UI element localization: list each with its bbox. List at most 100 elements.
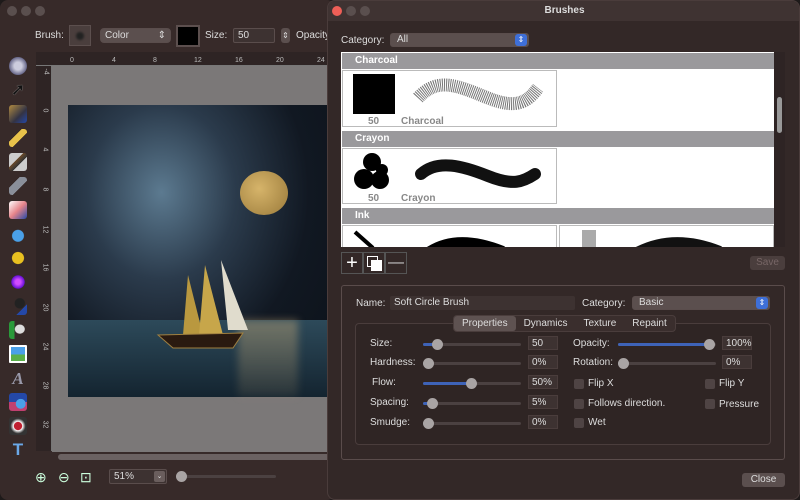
save-button[interactable]: Save [750,256,785,270]
wet-checkbox[interactable] [574,418,584,428]
hardness-value-field[interactable]: 0% [528,355,558,369]
flow-value-field[interactable]: 50% [528,375,558,389]
ruler-tick-label: 20 [276,57,284,64]
list-scrollbar[interactable] [774,52,785,247]
smudge-slider[interactable] [423,418,521,429]
rotation-slider[interactable] [618,358,716,369]
zoom-in-icon[interactable]: ⊕ [35,469,47,486]
hardness-label: Hardness: [370,357,416,368]
updown-chevron-icon: ⇕ [756,297,768,309]
size-value-field[interactable]: 50 [528,336,558,350]
size-input[interactable]: 50 [233,28,275,43]
opacity-label: Opacity: [573,338,610,349]
text-icon[interactable]: A [9,369,27,388]
ruler-tick-label: 4 [41,147,49,152]
magnifier-smudge-icon[interactable] [9,297,27,315]
category-label: Category: [341,35,385,46]
tab-dynamics[interactable]: Dynamics [516,316,576,331]
moon [240,171,288,215]
size-slider[interactable] [423,339,521,350]
brush-label: Brush: [35,30,64,41]
blur-drop-icon[interactable] [9,225,27,243]
zoom-value: 51% [114,471,135,482]
remove-brush-button[interactable]: — [385,252,407,274]
brush-item-ink-2[interactable] [559,225,774,247]
size-stepper[interactable]: ⇕ [281,28,290,43]
opacity-slider-knob[interactable] [704,339,715,350]
brush-preview-button[interactable] [69,25,91,46]
group-row-charcoal: 50 Charcoal [342,69,774,129]
zoom-out-icon[interactable]: ⊖ [58,469,70,486]
brush-item-charcoal[interactable]: 50 Charcoal [342,70,557,127]
ink-stroke-preview [353,230,505,247]
spacing-label: Spacing: [370,397,409,408]
tab-repaint[interactable]: Repaint [624,316,674,331]
brush-tip-preview [353,74,395,114]
gear-icon[interactable] [9,57,27,75]
smudge-slider-knob[interactable] [423,418,434,429]
pencil-icon[interactable] [9,129,27,147]
opacity-value-field[interactable]: 100% [722,336,752,350]
category-select[interactable]: All ⇕ [390,33,529,47]
clone-icon[interactable] [9,249,27,267]
category-value: All [397,34,409,45]
name-input[interactable]: Soft Circle Brush [390,296,575,310]
pressure-checkbox[interactable] [705,399,715,409]
color-mode-select[interactable]: Color ⇕ [100,28,171,43]
zoom-fit-icon[interactable]: ⊡ [80,469,92,486]
smudge-value-field[interactable]: 0% [528,415,558,429]
horizontal-scrollbar[interactable] [58,454,335,460]
brush-icon[interactable] [9,153,27,171]
list-scroll-thumb[interactable] [777,97,782,133]
hardness-slider-knob[interactable] [423,358,434,369]
gradient-circle-icon[interactable] [9,273,27,291]
left-ruler: -4 0 4 8 12 16 20 24 28 32 [36,66,52,451]
hammer-icon[interactable]: T [9,441,27,459]
flow-slider-knob[interactable] [466,378,477,389]
brush-item-ink[interactable] [342,225,557,247]
canvas-image [68,105,335,397]
duplicate-brush-button[interactable] [363,252,385,274]
flow-label: Flow: [372,377,396,388]
brush-name: Crayon [401,193,436,204]
eyedropper-icon[interactable] [9,177,27,195]
shapes-icon[interactable] [9,393,27,411]
flow-slider[interactable] [423,378,521,389]
spacing-slider[interactable] [423,398,521,409]
arrow-select-icon[interactable]: ➚ [9,81,27,99]
spacing-value-field[interactable]: 5% [528,395,558,409]
flip-x-checkbox[interactable] [574,379,584,389]
tab-properties[interactable]: Properties [454,316,516,331]
tab-texture[interactable]: Texture [575,316,624,331]
pressure-label: Pressure [719,399,760,410]
zoom-slider[interactable] [176,471,276,482]
zoom-window-button[interactable] [35,6,45,16]
canvas-area[interactable] [52,66,335,452]
flip-y-checkbox[interactable] [705,379,715,389]
fill-bucket-icon[interactable] [9,321,27,339]
rotation-value-field[interactable]: 0% [722,355,752,369]
group-row-crayon: 50 Crayon [342,147,774,207]
zoom-slider-knob[interactable] [176,471,187,482]
opacity-slider[interactable] [618,339,716,350]
rotation-slider-knob[interactable] [618,358,629,369]
color-swatch[interactable] [176,25,200,47]
eraser-icon[interactable] [9,201,27,219]
hardness-slider[interactable] [423,358,521,369]
size-slider-knob[interactable] [431,339,443,350]
add-brush-button[interactable]: + [341,252,363,274]
editor-category-label: Category: [582,298,626,309]
brush-name: Charcoal [401,116,444,127]
editor-category-select[interactable]: Basic ⇕ [632,296,770,310]
zoom-select[interactable]: 51% ⌄ [109,469,167,484]
lasso-icon[interactable] [9,105,27,123]
follows-direction-checkbox[interactable] [574,399,584,409]
brush-item-crayon[interactable]: 50 Crayon [342,148,557,204]
close-window-button[interactable] [7,6,17,16]
ink-stroke-preview [582,230,722,247]
image-icon[interactable] [9,345,27,363]
minimize-window-button[interactable] [21,6,31,16]
close-button[interactable]: Close [742,473,785,487]
stamp-icon[interactable] [9,417,27,435]
crayon-stroke-preview [415,159,541,188]
